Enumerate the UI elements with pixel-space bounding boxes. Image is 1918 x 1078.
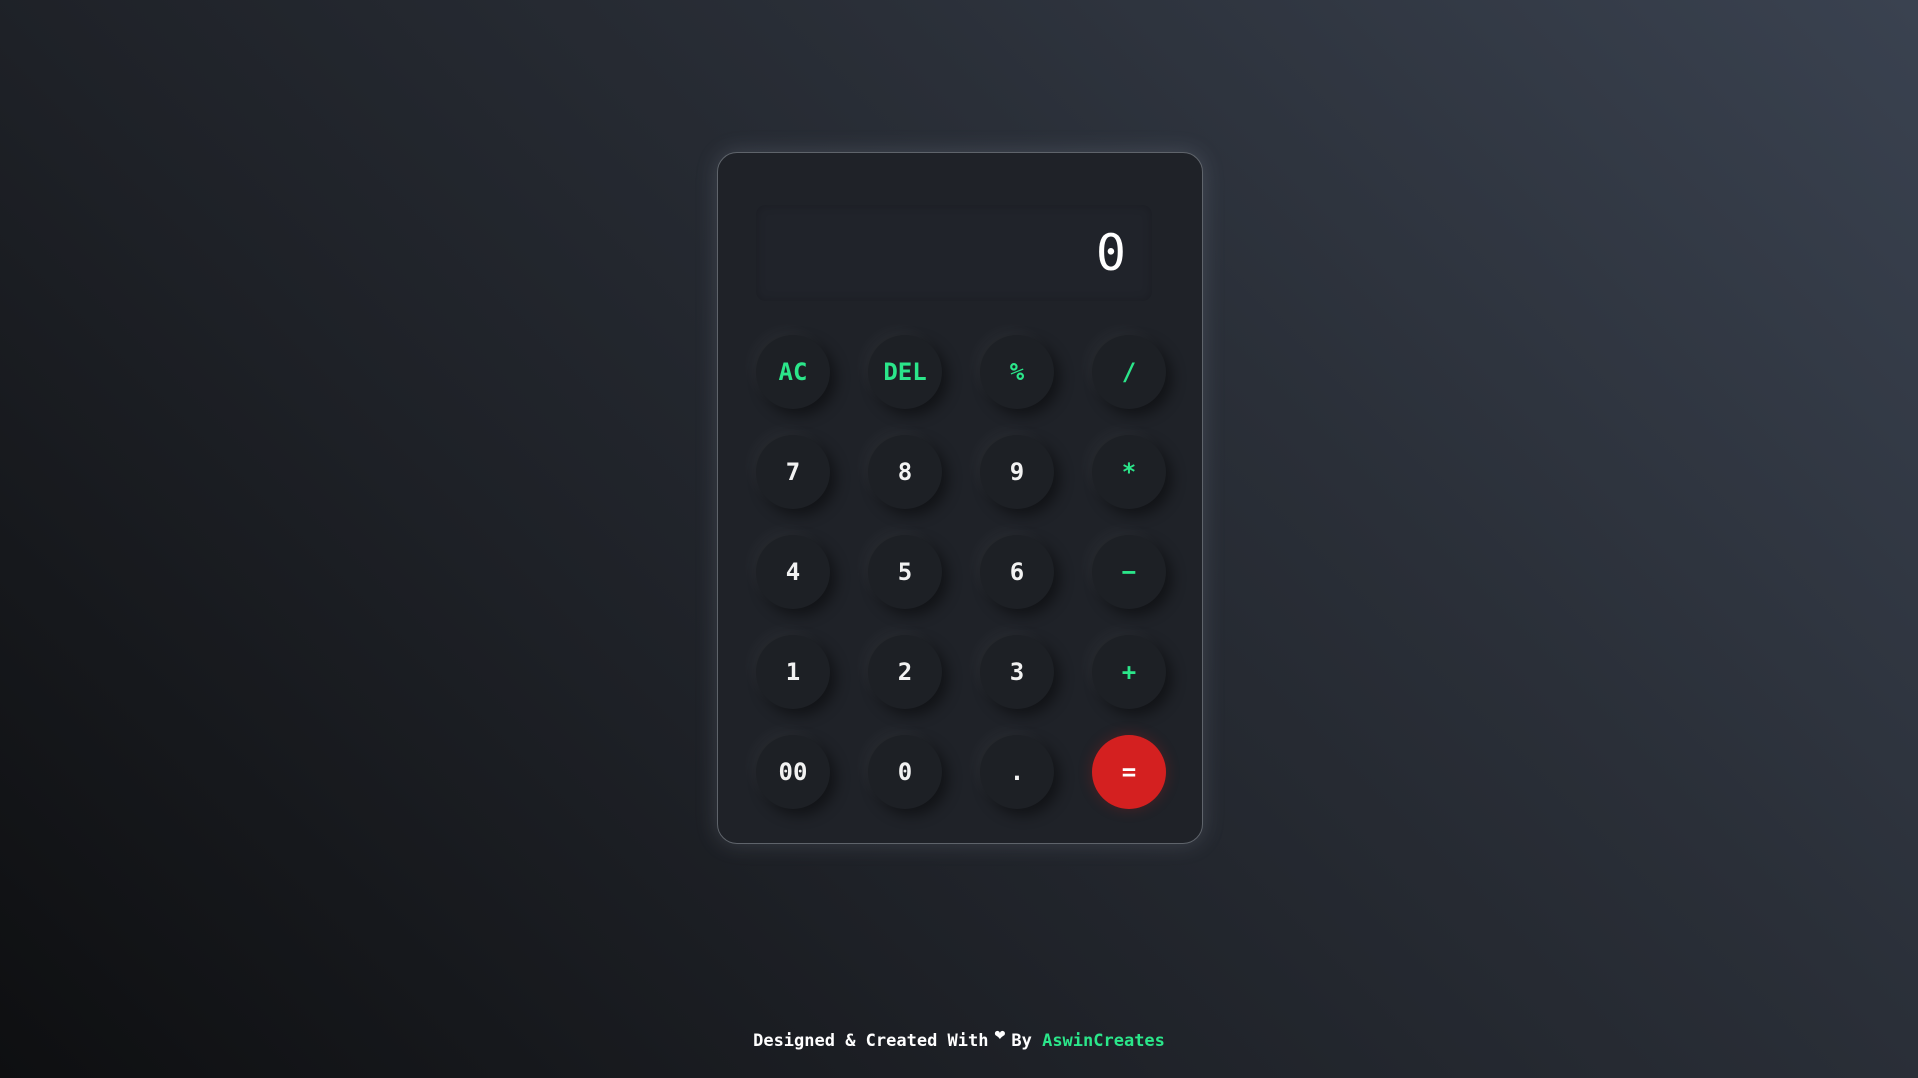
add-button[interactable]: + — [1092, 635, 1166, 709]
multiply-button[interactable]: * — [1092, 435, 1166, 509]
subtract-button[interactable]: − — [1092, 535, 1166, 609]
author-link[interactable]: AswinCreates — [1042, 1031, 1165, 1051]
decimal-point-button[interactable]: . — [980, 735, 1054, 809]
clear-button[interactable]: AC — [756, 335, 830, 409]
digit-2-button[interactable]: 2 — [868, 635, 942, 709]
digit-1-button[interactable]: 1 — [756, 635, 830, 709]
digit-6-button[interactable]: 6 — [980, 535, 1054, 609]
footer-credit: Designed & Created With ❤ By AswinCreates — [0, 1024, 1918, 1051]
double-zero-button[interactable]: 00 — [756, 735, 830, 809]
delete-button[interactable]: DEL — [868, 335, 942, 409]
percent-button[interactable]: % — [980, 335, 1054, 409]
digit-3-button[interactable]: 3 — [980, 635, 1054, 709]
calculator-display: 0 — [756, 205, 1152, 301]
calculator-panel: 0 AC DEL%/7 8 9 * 4 5 6−1 2 3 +00 0. = — [717, 152, 1203, 844]
display-value: 0 — [1095, 224, 1126, 282]
equals-button[interactable]: = — [1092, 735, 1166, 809]
footer-by-text: By — [1011, 1031, 1032, 1051]
digit-8-button[interactable]: 8 — [868, 435, 942, 509]
divide-button[interactable]: / — [1092, 335, 1166, 409]
heart-icon: ❤ — [994, 1024, 1006, 1045]
digit-7-button[interactable]: 7 — [756, 435, 830, 509]
digit-4-button[interactable]: 4 — [756, 535, 830, 609]
digit-0-button[interactable]: 0 — [868, 735, 942, 809]
digit-9-button[interactable]: 9 — [980, 435, 1054, 509]
digit-5-button[interactable]: 5 — [868, 535, 942, 609]
keypad: AC DEL%/7 8 9 * 4 5 6−1 2 3 +00 0. = — [756, 335, 1166, 809]
footer-prefix-text: Designed & Created With — [753, 1031, 989, 1051]
